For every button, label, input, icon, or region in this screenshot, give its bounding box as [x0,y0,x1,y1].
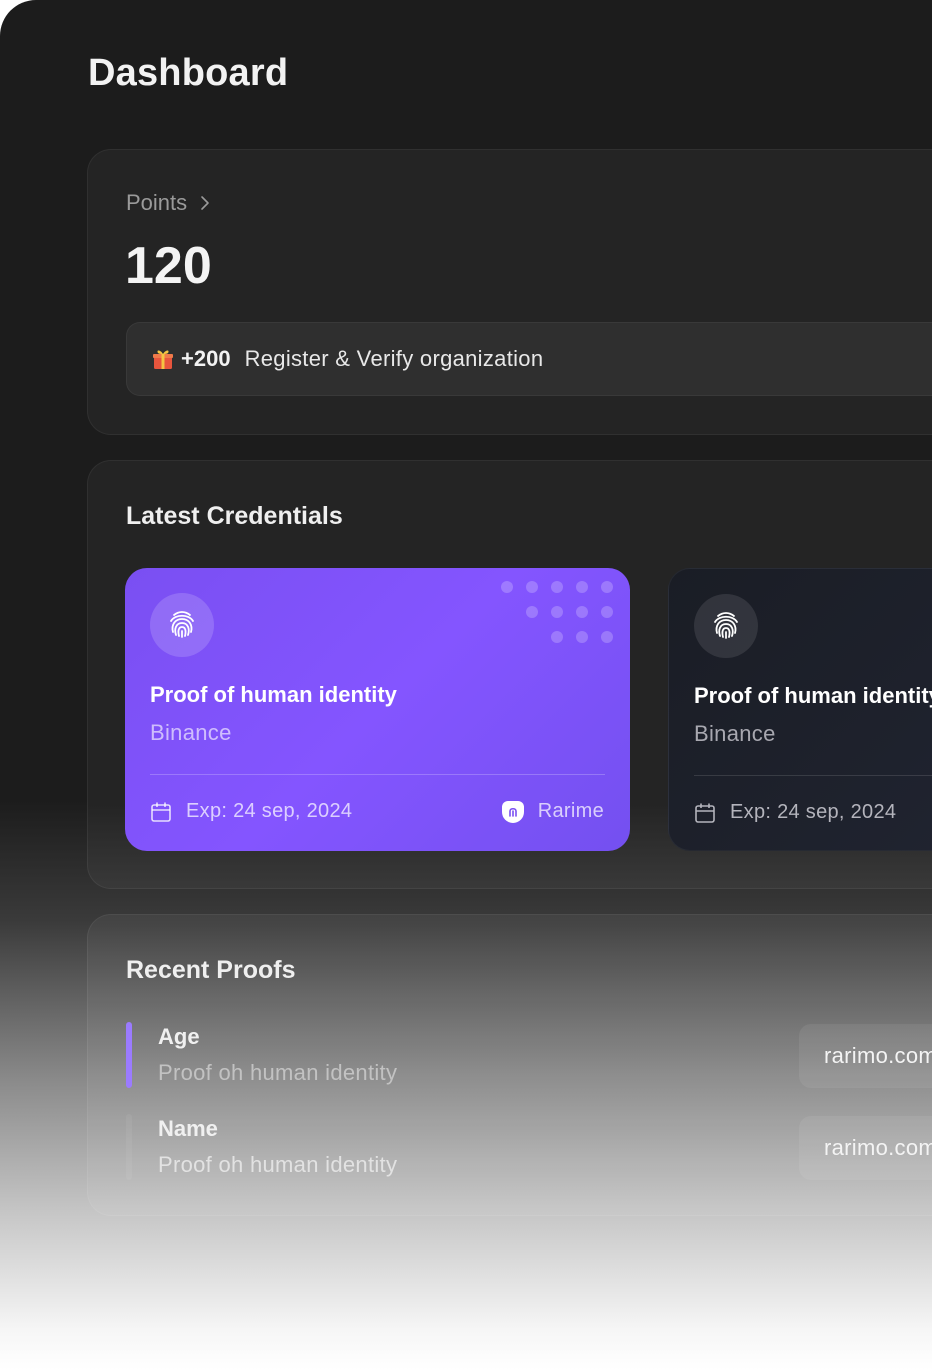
card-expiry: Exp: 24 sep, 2024 [694,801,896,824]
card-expiry: Exp: 24 sep, 2024 [150,800,352,823]
card-brand: Rarime [501,800,604,823]
proof-description: Proof oh human identity [158,1060,398,1085]
card-title: Proof of human identity [150,682,397,707]
reward-banner[interactable]: +200 Register & Verify organization [126,322,932,396]
recent-proofs-panel: Recent Proofs Age Proof oh human identit… [87,914,932,1216]
calendar-icon [695,803,715,823]
app-window: Dashboard Points 120 +200 Register & Ver… [0,0,932,1370]
credential-card[interactable]: Proof of human identity Binance Exp: 24 … [668,568,932,851]
latest-credentials-panel: Latest Credentials Proof of human identi… [87,460,932,889]
proof-name: Age [158,1024,200,1049]
credential-card[interactable]: Proof of human identity Binance Exp: 24 … [125,568,630,851]
card-divider [694,775,932,776]
card-brand-text: Rarime [537,800,604,822]
card-divider [150,774,605,775]
calendar-icon [151,802,171,822]
proof-row[interactable]: Name Proof oh human identity rarimo.com [126,1114,932,1180]
proof-domain: rarimo.com [799,1116,932,1180]
proof-domain: rarimo.com [799,1024,932,1088]
points-value: 120 [125,237,212,295]
rarime-logo-icon [501,800,524,823]
decorative-dots [501,581,613,643]
points-label: Points [126,190,188,215]
page-title: Dashboard [88,52,289,94]
card-issuer: Binance [150,720,232,745]
card-icon-wrapper [694,594,758,658]
proof-row[interactable]: Age Proof oh human identity rarimo.com [126,1022,932,1088]
proof-accent-bar [126,1022,132,1088]
card-expiry-text: Exp: 24 sep, 2024 [186,800,353,822]
proof-accent-bar [126,1114,132,1180]
card-icon-wrapper [150,593,214,657]
points-panel: Points 120 +200 Register & Verify organi… [87,149,932,435]
proof-name: Name [158,1116,218,1141]
chevron-right-icon [201,196,209,210]
section-title-proofs: Recent Proofs [126,956,296,984]
reward-text: Register & Verify organization [244,346,544,371]
section-title-credentials: Latest Credentials [126,502,343,530]
card-title: Proof of human identity [694,683,932,708]
fingerprint-icon [170,611,194,638]
proof-description: Proof oh human identity [158,1152,398,1177]
card-expiry-text: Exp: 24 sep, 2024 [730,801,897,823]
points-link[interactable]: Points [126,190,213,216]
card-issuer: Binance [694,721,776,746]
fingerprint-icon [714,612,738,639]
reward-amount: +200 [181,346,231,371]
gift-icon [153,350,173,369]
